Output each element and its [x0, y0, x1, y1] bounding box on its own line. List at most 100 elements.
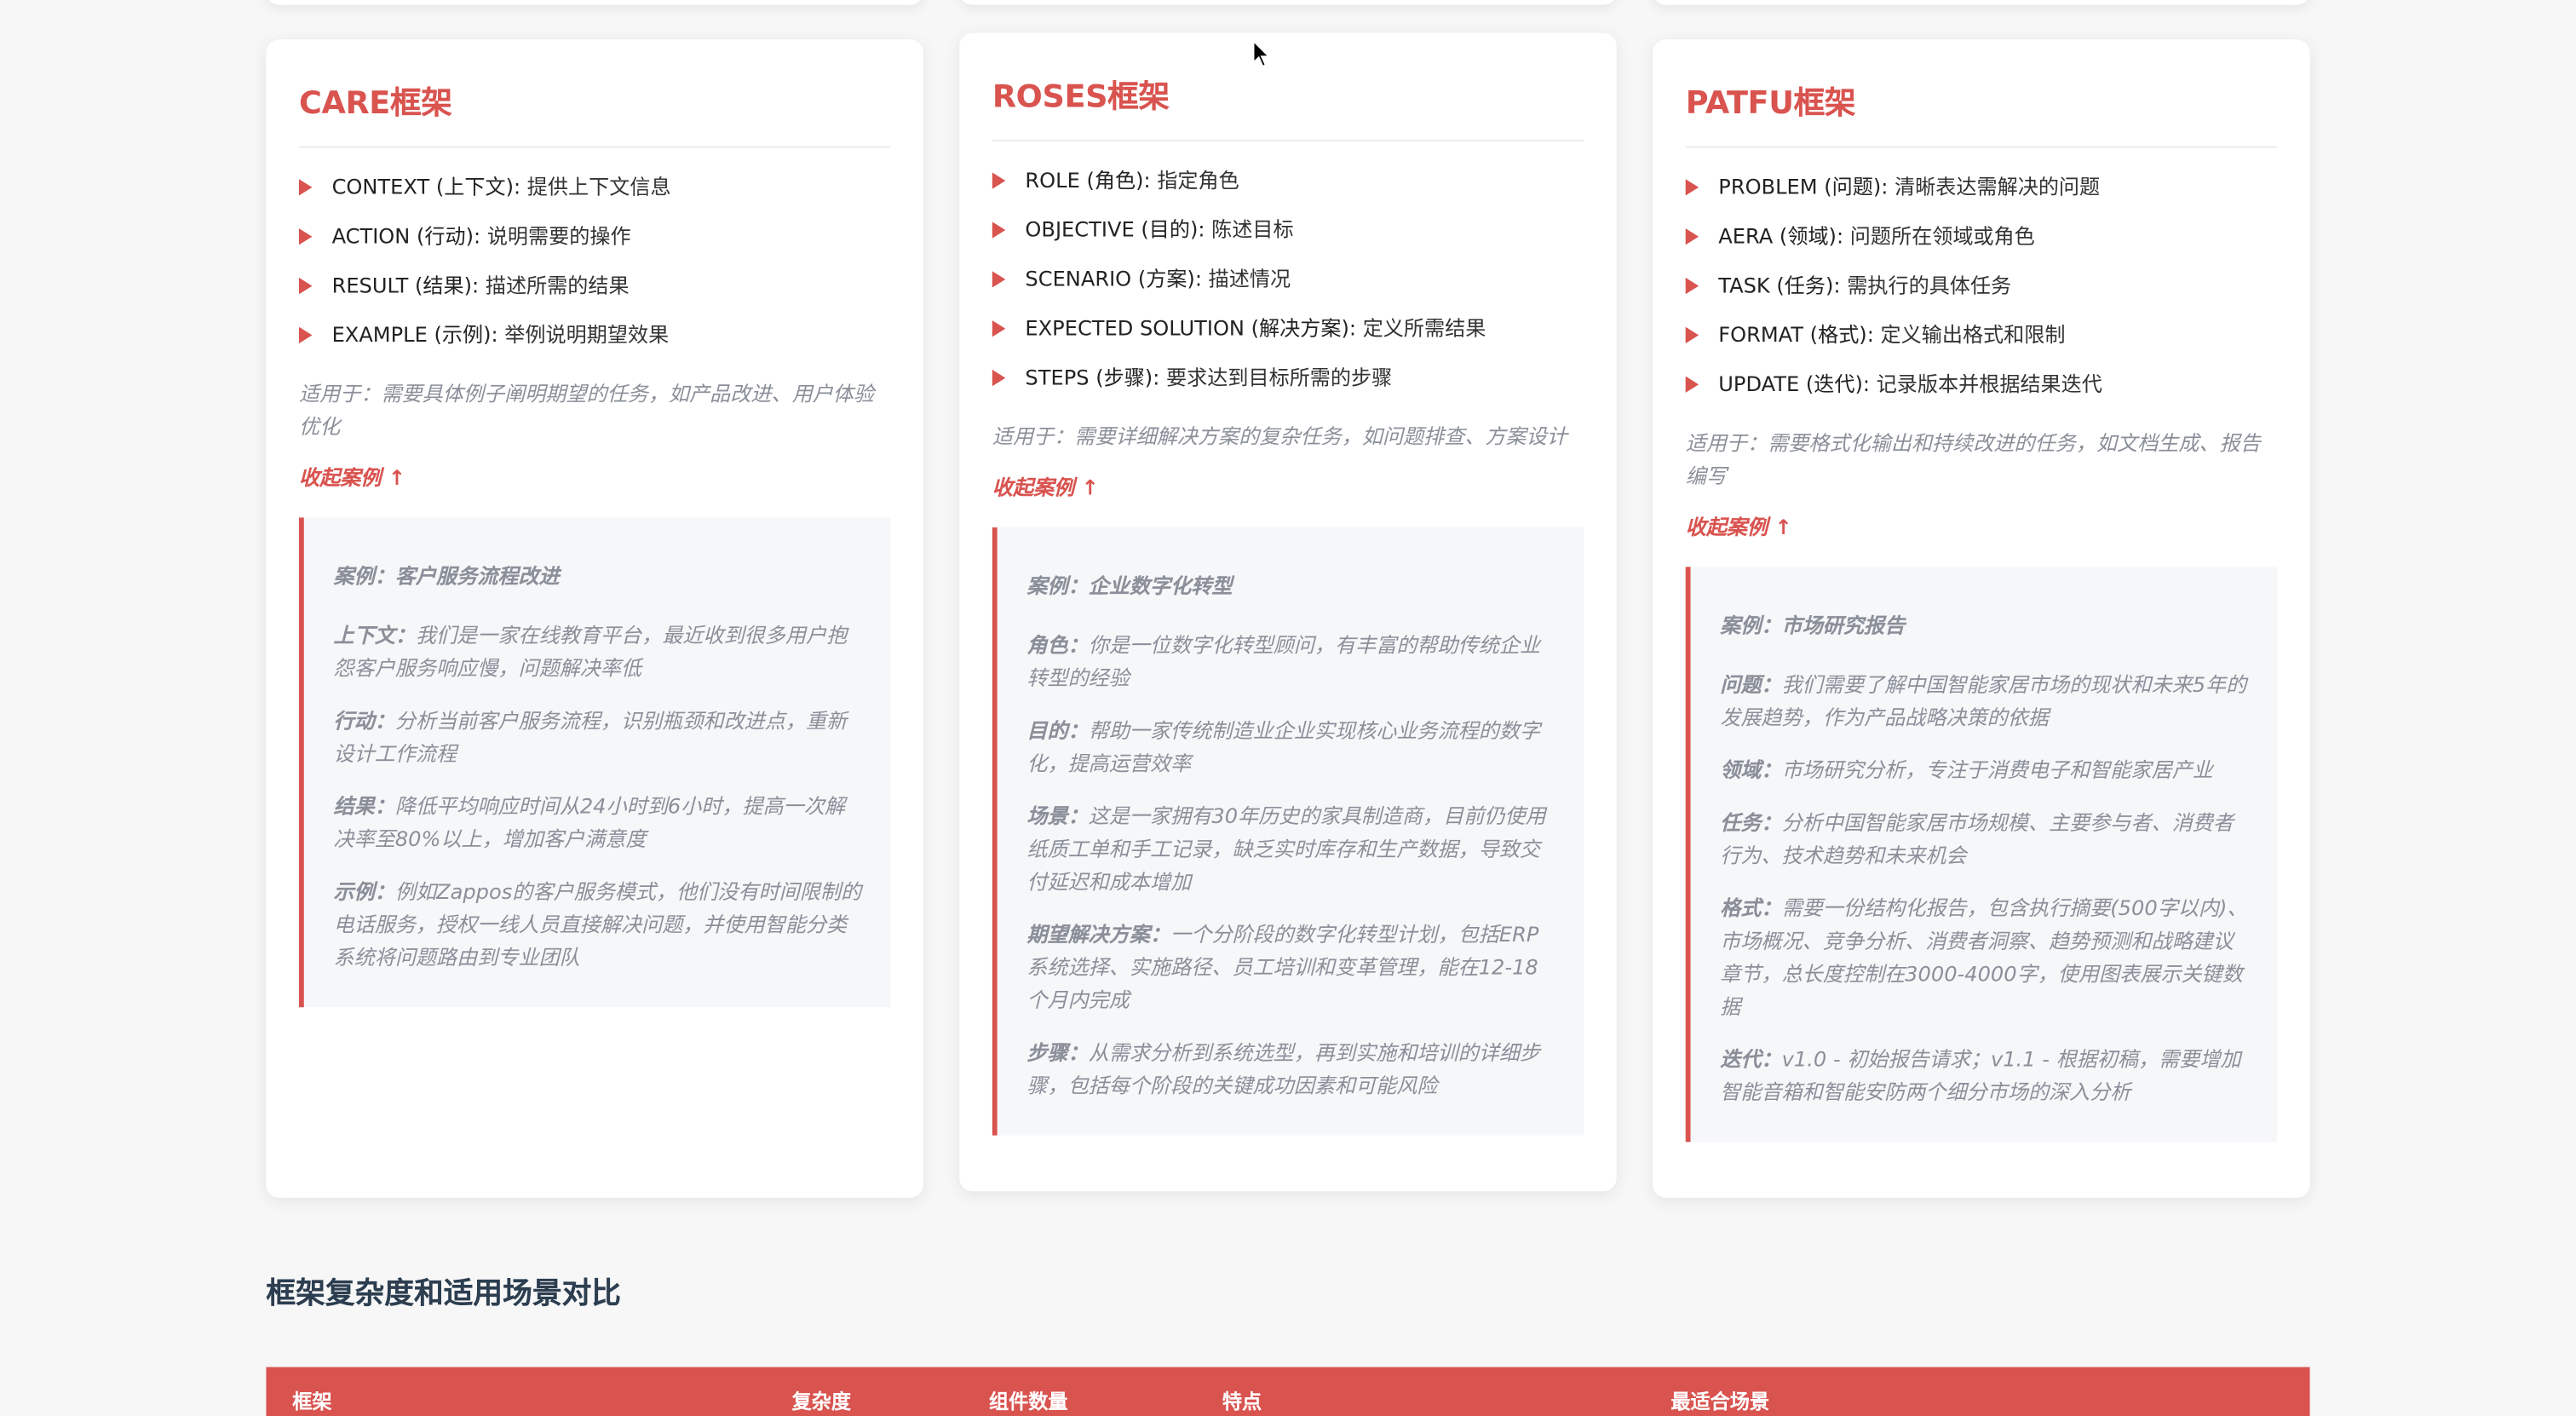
item-key: EXAMPLE (示例): [331, 321, 498, 347]
list-item: ACTION (行动): 说明需要的操作 [298, 220, 890, 253]
list-item: RESULT (结果): 描述所需的结果 [298, 269, 890, 302]
roses-framework-card: ROSES框架 ROLE (角色): 指定角色 OBJECTIVE (目的): … [959, 32, 1617, 1192]
example-label: 问题： [1720, 671, 1782, 697]
item-value: 需执行的具体任务 [1847, 273, 2012, 298]
example-label: 格式： [1720, 895, 1782, 920]
care-framework-card: CARE框架 CONTEXT (上下文): 提供上下文信息 ACTION (行动… [266, 39, 923, 1198]
list-item: OBJECTIVE (目的): 陈述目标 [992, 214, 1584, 247]
triangle-bullet-icon [992, 320, 1006, 337]
triangle-bullet-icon [1685, 179, 1699, 196]
example-line: 目的：帮助一家传统制造业企业实现核心业务流程的数字化，提高运营效率 [1026, 715, 1557, 780]
collapse-example-link[interactable]: 收起案例 ↑ [992, 470, 1099, 502]
example-label: 场景： [1026, 803, 1089, 828]
example-label: 示例： [333, 878, 395, 904]
section-title: 框架复杂度和适用场景对比 [266, 1276, 621, 1311]
list-item: SCENARIO (方案): 描述情况 [992, 263, 1584, 296]
card-title: PATFU框架 [1685, 39, 2277, 148]
triangle-bullet-icon [1685, 376, 1699, 393]
example-text: 分析当前客户服务流程，识别瓶颈和改进点，重新设计工作流程 [333, 708, 848, 766]
example-text: 我们需要了解中国智能家居市场的现状和未来5年的发展趋势，作为产品战略决策的依据 [1720, 671, 2247, 730]
item-key: CONTEXT (上下文): [331, 174, 521, 199]
list-item: CONTEXT (上下文): 提供上下文信息 [298, 171, 890, 204]
example-text: 你是一位数字化转型顾问，有丰富的帮助传统企业转型的经验 [1026, 632, 1541, 690]
item-value: 说明需要的操作 [486, 223, 631, 249]
example-line: 领域：市场研究分析，专注于消费电子和智能家居产业 [1720, 754, 2251, 787]
example-text: 从需求分析到系统选型，再到实施和培训的详细步骤，包括每个阶段的关键成功因素和可能… [1026, 1039, 1541, 1098]
example-text: 分析中国智能家居市场规模、主要参与者、消费者行为、技术趋势和未来机会 [1720, 809, 2234, 868]
triangle-bullet-icon [992, 369, 1006, 387]
example-label: 期望解决方案： [1026, 921, 1171, 947]
example-line: 迭代：v1.0 - 初始报告请求；v1.1 - 根据初稿，需要增加智能音箱和智能… [1720, 1044, 2251, 1109]
list-item: UPDATE (迭代): 记录版本并根据结果迭代 [1685, 368, 2277, 401]
triangle-bullet-icon [1685, 228, 1699, 245]
item-value: 记录版本并根据结果迭代 [1876, 371, 2102, 396]
example-case-title: 案例：市场研究报告 [1720, 613, 1906, 638]
applicable-scenarios: 适用于：需要详细解决方案的复杂任务，如问题排查、方案设计 [992, 423, 1567, 449]
item-value: 清晰表达需解决的问题 [1895, 174, 2101, 199]
item-key: SCENARIO (方案): [1025, 266, 1202, 291]
table-header-cell: 特点 [1222, 1390, 1262, 1413]
example-case-title: 案例：企业数字化转型 [1026, 573, 1233, 598]
example-text: 例如Zappos的客户服务模式，他们没有时间限制的电话服务，授权一线人员直接解决… [333, 878, 862, 970]
triangle-bullet-icon [298, 277, 313, 295]
item-value: 定义所需结果 [1362, 315, 1486, 341]
triangle-bullet-icon [298, 228, 313, 245]
mouse-cursor-icon [1252, 39, 1271, 68]
example-box: 案例：企业数字化转型 角色：你是一位数字化转型顾问，有丰富的帮助传统企业转型的经… [992, 527, 1584, 1136]
example-line: 行动：分析当前客户服务流程，识别瓶颈和改进点，重新设计工作流程 [333, 705, 864, 770]
example-case-title: 案例：客户服务流程改进 [333, 563, 560, 589]
example-line: 期望解决方案：一个分阶段的数字化转型计划，包括ERP系统选择、实施路径、员工培训… [1026, 918, 1557, 1017]
item-key: RESULT (结果): [331, 273, 480, 298]
item-value: 描述情况 [1208, 266, 1291, 291]
list-item: PROBLEM (问题): 清晰表达需解决的问题 [1685, 171, 2277, 204]
applicable-scenarios: 适用于：需要具体例子阐明期望的任务，如产品改进、用户体验优化 [298, 381, 875, 439]
triangle-bullet-icon [1685, 277, 1699, 295]
example-label: 任务： [1720, 809, 1782, 835]
list-item: STEPS (步骤): 要求达到目标所需的步骤 [992, 361, 1584, 394]
item-value: 陈述目标 [1211, 216, 1294, 242]
item-value: 定义输出格式和限制 [1880, 321, 2066, 347]
list-item: ROLE (角色): 指定角色 [992, 164, 1584, 198]
example-label: 上下文： [333, 622, 416, 648]
patfu-framework-card: PATFU框架 PROBLEM (问题): 清晰表达需解决的问题 AERA (领… [1653, 39, 2310, 1198]
example-line: 示例：例如Zappos的客户服务模式，他们没有时间限制的电话服务，授权一线人员直… [333, 876, 864, 975]
example-line: 场景：这是一家拥有30年历史的家具制造商，目前仍使用纸质工单和手工记录，缺乏实时… [1026, 800, 1557, 899]
example-text: 降低平均响应时间从24小时到6小时，提高一次解决率至80%以上，增加客户满意度 [333, 793, 846, 851]
triangle-bullet-icon [992, 222, 1006, 239]
example-box: 案例：客户服务流程改进 上下文：我们是一家在线教育平台，最近收到很多用户抱怨客户… [298, 517, 891, 1008]
item-key: STEPS (步骤): [1025, 365, 1160, 390]
table-header-cell: 框架 [292, 1390, 332, 1413]
example-label: 领域： [1720, 757, 1782, 782]
example-text: v1.0 - 初始报告请求；v1.1 - 根据初稿，需要增加智能音箱和智能安防两… [1720, 1046, 2241, 1104]
list-item: TASK (任务): 需执行的具体任务 [1685, 269, 2277, 302]
table-header-cell: 组件数量 [988, 1390, 1068, 1413]
example-label: 行动： [333, 708, 395, 734]
item-key: EXPECTED SOLUTION (解决方案): [1025, 315, 1357, 341]
example-label: 角色： [1026, 632, 1089, 658]
triangle-bullet-icon [992, 271, 1006, 288]
item-key: AERA (领域): [1718, 223, 1844, 249]
collapse-example-link[interactable]: 收起案例 ↑ [1686, 509, 1792, 541]
component-list: PROBLEM (问题): 清晰表达需解决的问题 AERA (领域): 问题所在… [1685, 171, 2277, 401]
example-line: 角色：你是一位数字化转型顾问，有丰富的帮助传统企业转型的经验 [1026, 630, 1557, 695]
item-key: OBJECTIVE (目的): [1025, 216, 1205, 242]
example-line: 步骤：从需求分析到系统选型，再到实施和培训的详细步骤，包括每个阶段的关键成功因素… [1026, 1037, 1557, 1102]
item-value: 描述所需的结果 [485, 273, 630, 298]
example-label: 步骤： [1026, 1039, 1089, 1065]
card-title: CARE框架 [298, 39, 891, 148]
triangle-bullet-icon [298, 179, 313, 196]
applicable-scenarios: 适用于：需要格式化输出和持续改进的任务，如文档生成、报告编写 [1685, 430, 2261, 488]
item-key: PROBLEM (问题): [1718, 174, 1889, 199]
list-item: AERA (领域): 问题所在领域或角色 [1685, 220, 2277, 253]
page: CARE框架 CONTEXT (上下文): 提供上下文信息 ACTION (行动… [0, 0, 2576, 1416]
collapse-example-link[interactable]: 收起案例 ↑ [299, 460, 405, 492]
item-value: 要求达到目标所需的步骤 [1166, 365, 1393, 390]
item-key: ROLE (角色): [1025, 167, 1151, 193]
example-label: 迭代： [1720, 1046, 1782, 1072]
example-line: 结果：降低平均响应时间从24小时到6小时，提高一次解决率至80%以上，增加客户满… [333, 791, 864, 856]
item-key: FORMAT (格式): [1718, 321, 1874, 347]
component-list: ROLE (角色): 指定角色 OBJECTIVE (目的): 陈述目标 SCE… [992, 164, 1584, 394]
table-header-cell: 最适合场景 [1670, 1390, 1770, 1413]
item-value: 指定角色 [1157, 167, 1239, 193]
example-text: 需要一份结构化报告，包含执行摘要(500字以内)、市场概况、竞争分析、消费者洞察… [1720, 895, 2248, 1019]
